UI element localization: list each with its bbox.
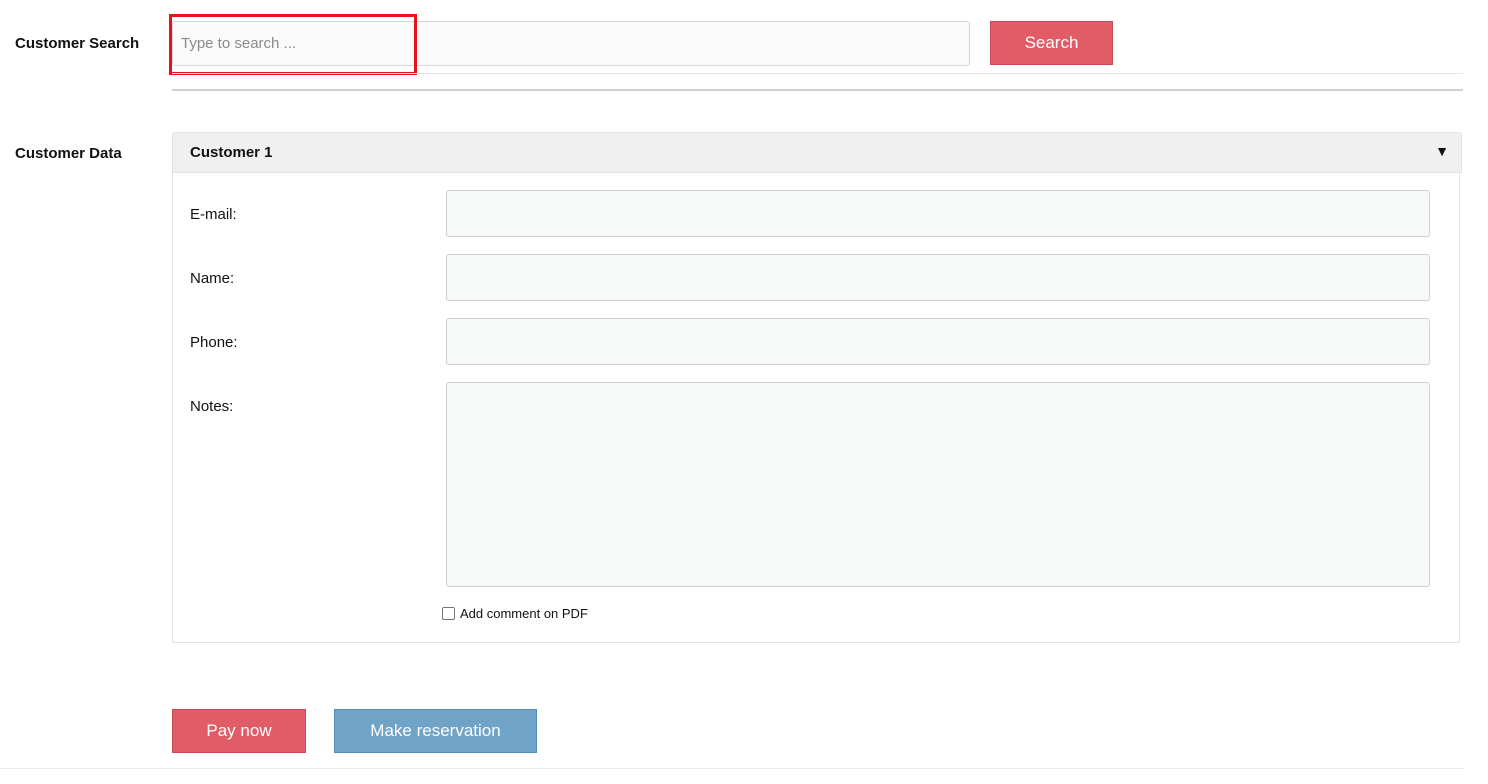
chevron-down-icon[interactable]: ▼	[1435, 143, 1449, 159]
customer-accordion-title: Customer 1	[190, 144, 273, 161]
make-reservation-button[interactable]: Make reservation	[334, 709, 537, 753]
email-label: E-mail:	[190, 206, 237, 223]
notes-textarea[interactable]	[446, 382, 1430, 587]
phone-field[interactable]	[446, 318, 1430, 365]
customer-data-label: Customer Data	[15, 145, 122, 162]
pay-now-button[interactable]: Pay now	[172, 709, 306, 753]
footer-divider	[0, 768, 1463, 769]
customer-search-input[interactable]	[172, 21, 970, 66]
customer-accordion-header[interactable]: Customer 1 ▼	[172, 132, 1462, 173]
section-divider	[172, 89, 1463, 91]
name-field[interactable]	[446, 254, 1430, 301]
search-divider	[172, 73, 1463, 74]
notes-label: Notes:	[190, 398, 234, 415]
phone-label: Phone:	[190, 334, 238, 351]
pdf-comment-option[interactable]: Add comment on PDF	[442, 606, 588, 621]
pdf-comment-label: Add comment on PDF	[460, 606, 588, 621]
email-field[interactable]	[446, 190, 1430, 237]
customer-search-label: Customer Search	[15, 35, 140, 52]
search-button[interactable]: Search	[990, 21, 1113, 65]
name-label: Name:	[190, 270, 235, 287]
pdf-comment-checkbox[interactable]	[442, 607, 455, 620]
